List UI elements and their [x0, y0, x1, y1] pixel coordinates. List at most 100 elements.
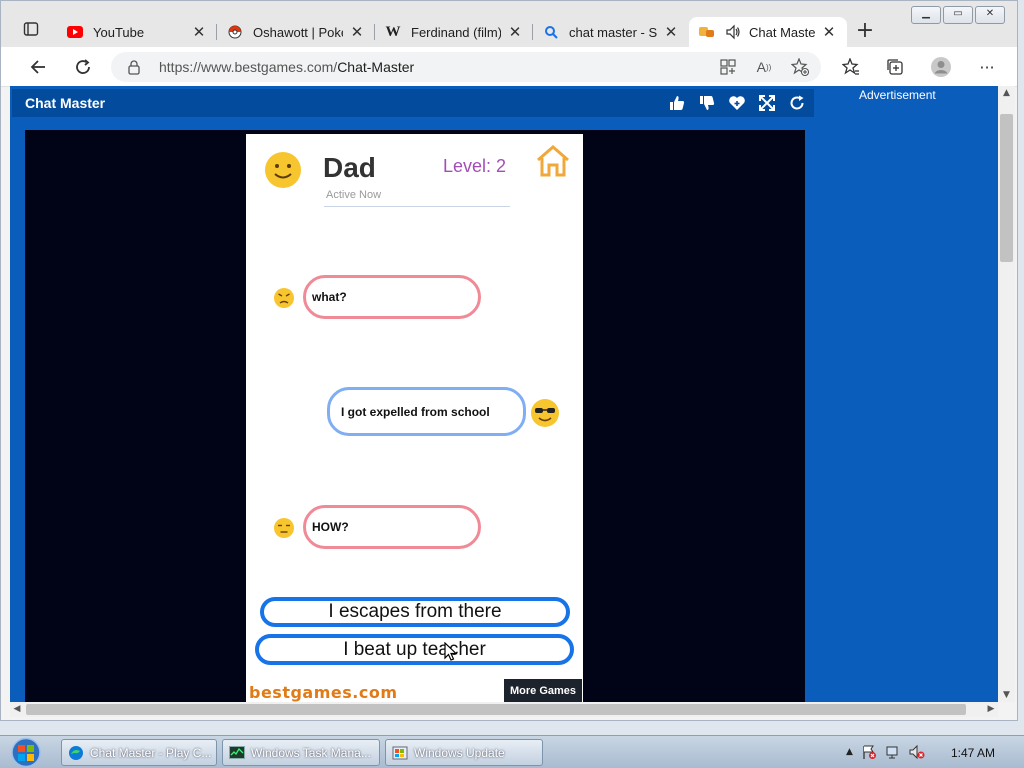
- system-tray: ▲: [846, 744, 925, 760]
- favorites-icon[interactable]: [839, 55, 863, 79]
- horizontal-scrollbar[interactable]: ◀ ▶: [10, 702, 998, 717]
- contact-name: Dad: [323, 152, 376, 183]
- incoming-message: what?: [303, 275, 481, 319]
- network-icon[interactable]: [885, 744, 901, 760]
- scroll-thumb[interactable]: [1000, 114, 1013, 262]
- tab-title: Chat Master: [749, 24, 815, 40]
- close-icon[interactable]: ✕: [191, 23, 207, 41]
- more-games-button[interactable]: More Games: [504, 679, 582, 702]
- minimize-button[interactable]: ▁: [911, 6, 941, 24]
- mouse-cursor-icon: [444, 642, 458, 661]
- taskbar-item-label: Chat Master - Play C...: [90, 745, 212, 760]
- web-page: Chat Master Advertisement Dad Active Now…: [10, 86, 998, 702]
- tab-title: YouTube: [93, 24, 145, 40]
- taskbar-item-windows-update[interactable]: Windows Update: [385, 739, 543, 766]
- taskbar-item-label: Windows Task Mana...: [251, 745, 371, 760]
- tab-title: Oshawott | Pokémon: [253, 24, 343, 40]
- scroll-down-arrow-icon[interactable]: ▼: [998, 688, 1015, 702]
- answer-choice-1[interactable]: I escapes from there: [260, 597, 570, 627]
- incoming-message: HOW?: [303, 505, 481, 549]
- clock[interactable]: 1:47 AM: [951, 746, 995, 760]
- header-divider: [324, 206, 510, 207]
- scroll-left-arrow-icon[interactable]: ◀: [10, 702, 24, 717]
- dad-avatar-smile-icon: [265, 152, 301, 188]
- scroll-thumb[interactable]: [26, 704, 966, 715]
- taskbar-item-edge[interactable]: Chat Master - Play C...: [61, 739, 217, 766]
- tab-actions-icon[interactable]: [23, 21, 45, 41]
- vertical-scrollbar[interactable]: ▲ ▼: [998, 86, 1015, 702]
- contact-status: Active Now: [326, 189, 382, 201]
- volume-muted-icon[interactable]: [909, 744, 925, 760]
- favorite-heart-icon[interactable]: [728, 94, 746, 112]
- url-text: https://www.bestgames.com/Chat-Master: [159, 59, 414, 75]
- add-favorite-icon[interactable]: [788, 55, 812, 79]
- close-icon[interactable]: ✕: [821, 23, 837, 41]
- choice-label: I beat up teacher: [343, 638, 486, 660]
- back-button[interactable]: [26, 55, 50, 79]
- tab-strip: YouTube ✕ Oshawott | Pokémon ✕ W Ferdina…: [1, 1, 1017, 47]
- address-bar[interactable]: https://www.bestgames.com/Chat-Master A)…: [111, 52, 821, 82]
- start-button-icon[interactable]: [6, 737, 46, 768]
- tab-ferdinand[interactable]: W Ferdinand (film) - ✕: [375, 17, 533, 47]
- read-aloud-icon[interactable]: A)): [752, 55, 776, 79]
- taskbar-item-task-manager[interactable]: Windows Task Mana...: [222, 739, 380, 766]
- scroll-right-arrow-icon[interactable]: ▶: [984, 702, 998, 717]
- sunglasses-face-icon: [531, 399, 559, 427]
- pokeball-icon: [227, 24, 243, 40]
- url-domain: https://www.bestgames.com/: [159, 59, 338, 75]
- taskbar-item-label: Windows Update: [414, 745, 505, 760]
- maximize-button[interactable]: ▭: [943, 6, 973, 24]
- message-text: HOW?: [312, 520, 349, 534]
- edge-icon: [68, 745, 84, 761]
- lock-icon[interactable]: [127, 59, 141, 79]
- tab-search[interactable]: chat master - Sea ✕: [533, 17, 689, 47]
- bestgames-icon: [699, 24, 715, 40]
- tab-title: Ferdinand (film) -: [411, 24, 501, 40]
- bestgames-logo[interactable]: bestgames.com: [249, 683, 398, 702]
- thumbs-down-icon[interactable]: [698, 94, 716, 112]
- profile-avatar-icon[interactable]: [929, 55, 953, 79]
- tab-oshawott[interactable]: Oshawott | Pokémon ✕: [217, 17, 375, 47]
- speaker-icon[interactable]: [725, 24, 741, 40]
- window-controls: ▁ ▭ ✕: [911, 6, 1005, 24]
- wikipedia-icon: W: [385, 23, 401, 40]
- home-icon[interactable]: [535, 144, 571, 178]
- message-text: what?: [312, 290, 347, 304]
- close-icon[interactable]: ✕: [507, 23, 523, 41]
- search-icon: [543, 24, 559, 40]
- url-path: Chat-Master: [337, 59, 415, 75]
- more-menu-icon[interactable]: ···: [975, 55, 999, 79]
- taskbar: Chat Master - Play C... Windows Task Man…: [0, 735, 1024, 768]
- tab-youtube[interactable]: YouTube ✕: [57, 17, 217, 47]
- close-window-button[interactable]: ✕: [975, 6, 1005, 24]
- angry-face-icon: [274, 288, 294, 308]
- new-tab-button[interactable]: +: [854, 20, 876, 43]
- outgoing-message: I got expelled from school: [327, 387, 526, 436]
- reload-game-icon[interactable]: [788, 94, 806, 112]
- close-icon[interactable]: ✕: [663, 23, 679, 41]
- fullscreen-icon[interactable]: [758, 94, 776, 112]
- game-header: Chat Master: [12, 89, 814, 117]
- chat-screen: Dad Active Now Level: 2 what? I got expe…: [246, 134, 583, 702]
- tab-title: chat master - Sea: [569, 24, 657, 40]
- apps-icon[interactable]: [716, 55, 740, 79]
- browser-toolbar: https://www.bestgames.com/Chat-Master A)…: [1, 47, 1017, 87]
- task-manager-icon: [229, 745, 245, 761]
- collections-icon[interactable]: [883, 55, 907, 79]
- refresh-button[interactable]: [71, 55, 95, 79]
- more-games-label: More Games: [509, 685, 577, 697]
- thumbs-up-icon[interactable]: [668, 94, 686, 112]
- action-center-flag-icon[interactable]: [861, 744, 877, 760]
- choice-label: I escapes from there: [328, 601, 502, 622]
- scroll-up-arrow-icon[interactable]: ▲: [998, 86, 1015, 100]
- close-icon[interactable]: ✕: [349, 23, 365, 41]
- show-hidden-icons-icon[interactable]: ▲: [846, 747, 853, 757]
- youtube-icon: [67, 24, 83, 40]
- annoyed-face-icon: [274, 518, 294, 538]
- answer-choice-2[interactable]: I beat up teacher: [255, 634, 574, 665]
- advertisement-label: Advertisement: [859, 88, 936, 102]
- game-title: Chat Master: [25, 95, 106, 111]
- tab-chat-master[interactable]: Chat Master ✕: [689, 17, 847, 47]
- level-indicator: Level: 2: [443, 156, 507, 176]
- windows-update-icon: [392, 745, 408, 761]
